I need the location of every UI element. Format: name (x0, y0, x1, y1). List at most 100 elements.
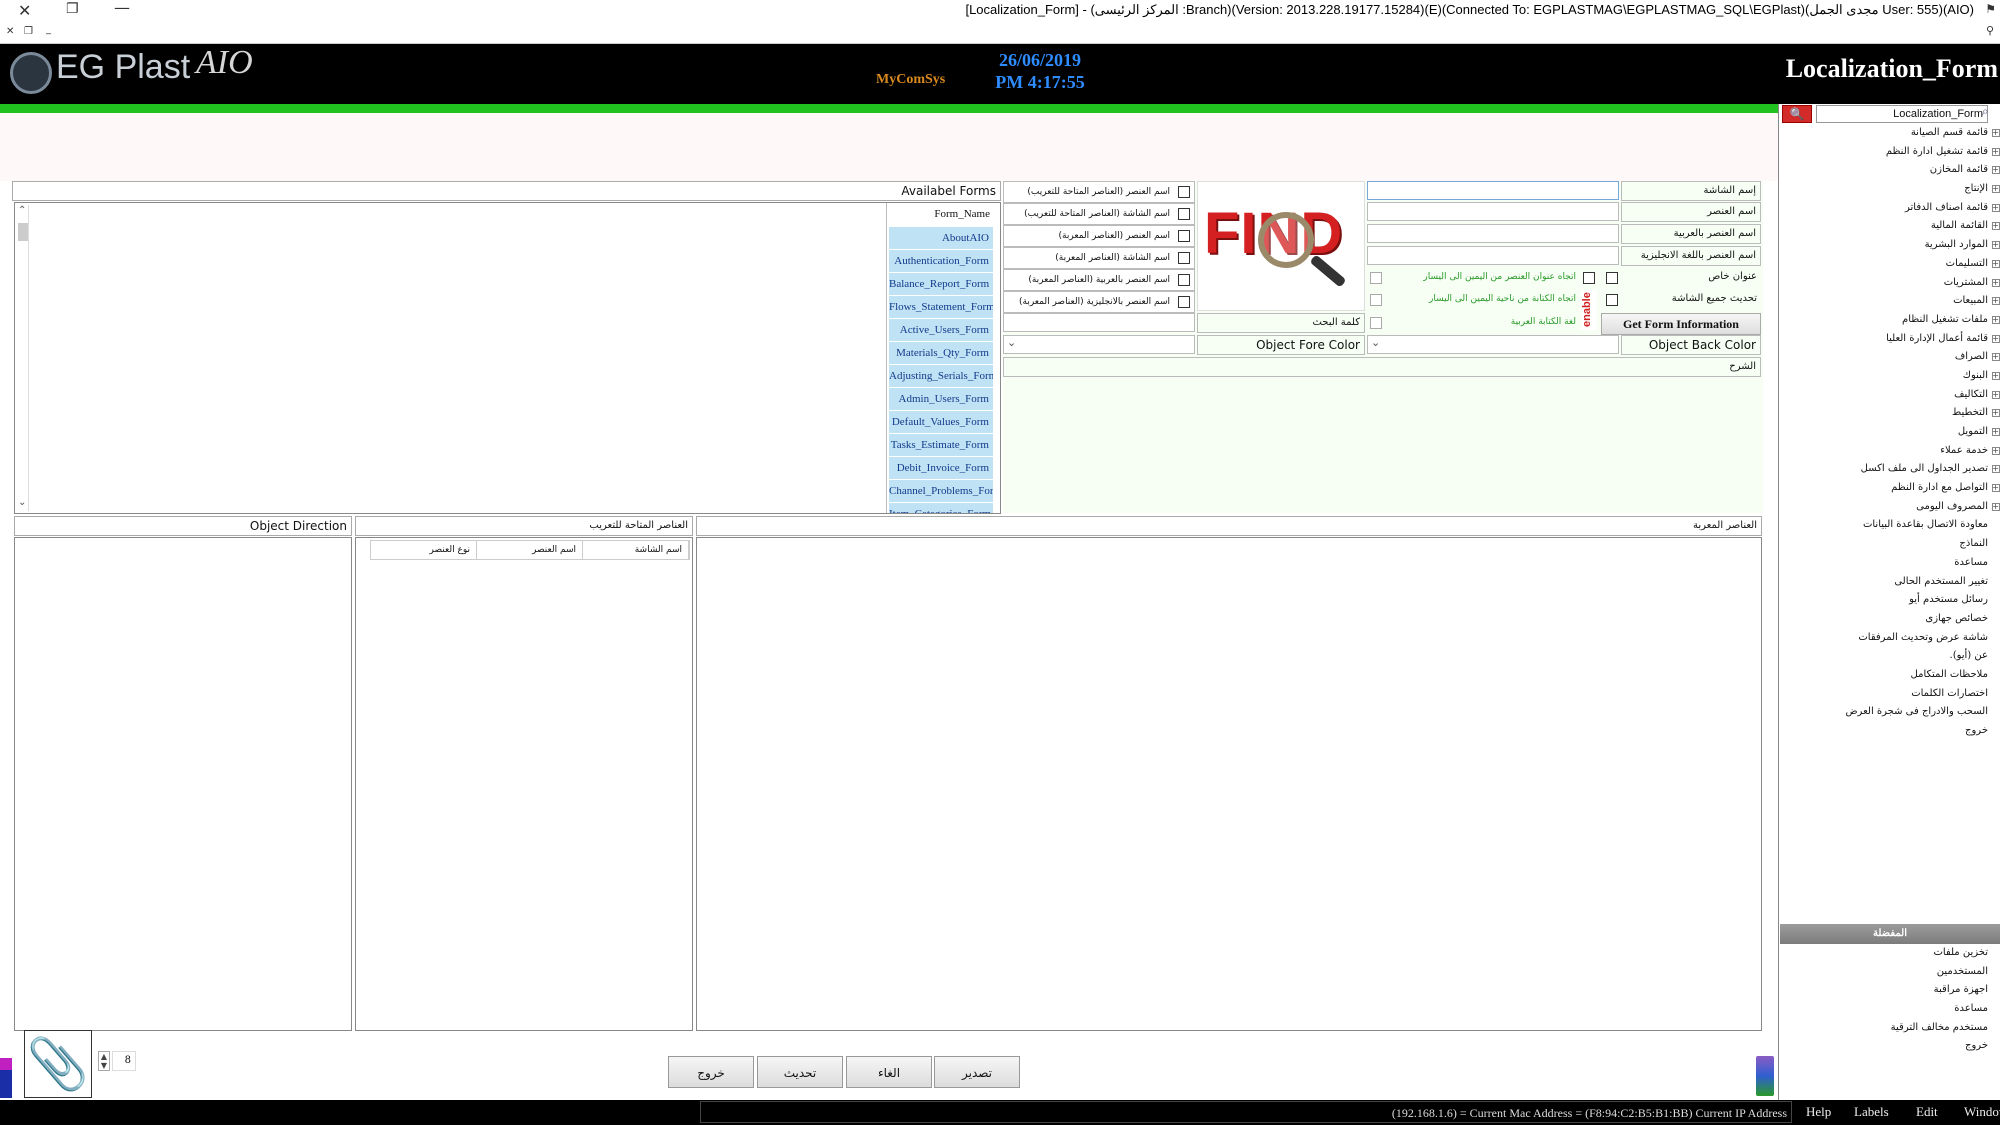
minimize-icon[interactable]: — (114, 0, 130, 17)
object-english-input[interactable] (1367, 246, 1619, 265)
search-button[interactable]: 🔍 (1782, 105, 1812, 123)
expand-icon[interactable]: + (1992, 353, 2000, 362)
expand-icon[interactable]: + (1992, 390, 2000, 399)
screen-name-input[interactable] (1367, 181, 1619, 200)
object-name-input[interactable] (1367, 202, 1619, 221)
scrollbar[interactable]: ⌃ ⌄ (17, 205, 29, 511)
filter-checkbox[interactable] (1178, 230, 1190, 242)
update-all-checkbox[interactable] (1606, 294, 1618, 306)
expand-icon[interactable]: + (1992, 446, 2000, 455)
action-button[interactable]: تحديث (757, 1056, 843, 1088)
expand-icon[interactable]: + (1992, 465, 2000, 474)
action-button[interactable]: الغاء (846, 1056, 932, 1088)
direction-rtl-checkbox[interactable] (1583, 272, 1595, 284)
expand-icon[interactable]: + (1992, 129, 2000, 137)
form-list-item[interactable]: Tasks_Estimate_Form (889, 434, 993, 457)
form-list-item[interactable]: Authentication_Form (889, 250, 993, 273)
favorite-item[interactable]: مستخدم مخالف الترقية (1790, 1019, 1990, 1038)
scroll-down-icon[interactable]: ⌄ (18, 497, 26, 508)
fore-color-select[interactable]: ⌄ (1003, 335, 1195, 354)
sidebar-item[interactable]: خروج (1790, 722, 1990, 741)
favorite-item[interactable]: المستخدمين (1790, 963, 1990, 982)
sidebar-item[interactable]: + البنوك (1790, 367, 2000, 386)
status-menu-item[interactable]: Labels (1854, 1104, 1889, 1120)
sidebar-search-input[interactable]: Localization_Form (1816, 105, 1988, 123)
sidebar-item[interactable]: + التواصل مع ادارة النظم (1790, 479, 2000, 498)
sidebar-item[interactable]: + الإنتاج (1790, 180, 2000, 199)
sidebar-item[interactable]: اختصارات الكلمات (1790, 685, 1990, 704)
sidebar-item[interactable]: + التمويل (1790, 423, 2000, 442)
sidebar-item[interactable]: مساعدة (1790, 554, 1990, 573)
form-list-item[interactable]: Default_Values_Form (889, 411, 993, 434)
status-menu-item[interactable]: Windows (1964, 1104, 2000, 1120)
expand-icon[interactable]: + (1992, 484, 2000, 493)
small-close-icon[interactable]: ✕ (6, 26, 14, 37)
sidebar-item[interactable]: شاشة عرض وتحديث المرفقات (1790, 629, 1990, 648)
sidebar-item[interactable]: + المصروف اليومى (1790, 498, 2000, 517)
form-list-item[interactable]: Adjusting_Serials_Form (889, 365, 993, 388)
attachment-icon[interactable]: 📎 (24, 1030, 92, 1098)
column-header[interactable]: اسم الشاشة (583, 541, 689, 559)
column-header[interactable]: نوع العنصر (371, 541, 477, 559)
sidebar-item[interactable]: + المشتريات (1790, 274, 2000, 293)
filter-checkbox[interactable] (1178, 274, 1190, 286)
expand-icon[interactable]: + (1992, 502, 2000, 511)
scroll-thumb[interactable] (18, 223, 28, 241)
sidebar-item[interactable]: + خدمة عملاء (1790, 442, 2000, 461)
sidebar-item[interactable]: + المبيعات (1790, 292, 2000, 311)
sidebar-item[interactable]: معاودة الاتصال بقاعدة البيانات (1790, 516, 1990, 535)
sidebar-item[interactable]: + قائمة قسم الصيانة (1790, 124, 2000, 143)
form-list-item[interactable]: Item_Categories_Form (889, 503, 993, 513)
expand-icon[interactable]: + (1992, 371, 2000, 380)
page-number[interactable]: 8 (112, 1051, 136, 1071)
color-palette-icon[interactable] (1756, 1056, 1774, 1096)
column-header[interactable]: اسم العنصر (477, 541, 583, 559)
expand-icon[interactable]: + (1992, 147, 2000, 156)
status-menu-item[interactable]: Help (1806, 1104, 1831, 1120)
expand-icon[interactable]: + (1992, 259, 2000, 268)
get-form-info-button[interactable]: Get Form Information (1601, 313, 1761, 335)
sidebar-item[interactable]: + الصراف (1790, 348, 2000, 367)
sidebar-item[interactable]: + ملفات تشغيل النظام (1790, 311, 2000, 330)
sidebar-item[interactable]: عن (أيو). (1790, 647, 1990, 666)
expand-icon[interactable]: + (1992, 278, 2000, 287)
sidebar-item[interactable]: ملاحظات المتكامل (1790, 666, 1990, 685)
sidebar-item[interactable]: + قائمة المخازن (1790, 161, 2000, 180)
action-button[interactable]: تصدير (934, 1056, 1020, 1088)
form-list-item[interactable]: Materials_Qty_Form (889, 342, 993, 365)
sidebar-item[interactable]: + التسليمات (1790, 255, 2000, 274)
action-button[interactable]: خروج (668, 1056, 754, 1088)
search-word-input[interactable] (1003, 313, 1195, 332)
special-title-checkbox[interactable] (1606, 272, 1618, 284)
sidebar-item[interactable]: تغيير المستخدم الحالى (1790, 573, 1990, 592)
expand-icon[interactable]: + (1992, 334, 2000, 343)
restore-icon[interactable]: ❐ (66, 1, 79, 17)
small-minimize-icon[interactable]: _ (46, 24, 51, 35)
object-arabic-input[interactable] (1367, 224, 1619, 243)
sidebar-item[interactable]: + قائمة اصناف الدفاتر (1790, 199, 2000, 218)
expand-icon[interactable]: + (1992, 222, 2000, 231)
filter-checkbox[interactable] (1178, 186, 1190, 198)
sidebar-item[interactable]: النماذج (1790, 535, 1990, 554)
expand-icon[interactable]: + (1992, 185, 2000, 194)
filter-checkbox[interactable] (1178, 252, 1190, 264)
form-list-item[interactable]: Channel_Problems_Form (889, 480, 993, 503)
sidebar-item[interactable]: رسائل مستخدم أيو (1790, 591, 1990, 610)
favorite-item[interactable]: اجهزة مراقبة (1790, 981, 1990, 1000)
form-list-item[interactable]: Active_Users_Form (889, 319, 993, 342)
sidebar-item[interactable]: + الموارد البشرية (1790, 236, 2000, 255)
sidebar-item[interactable]: + تصدير الجداول الى ملف اكسل (1790, 460, 2000, 479)
sidebar-item[interactable]: + التخطيط (1790, 404, 2000, 423)
page-stepper[interactable]: ▲ ▼ (98, 1051, 110, 1071)
expand-icon[interactable]: + (1992, 297, 2000, 306)
form-list-item[interactable]: Admin_Users_Form (889, 388, 993, 411)
close-icon[interactable]: ✕ (18, 1, 31, 20)
sidebar-item[interactable]: + القائمة المالية (1790, 217, 2000, 236)
form-list-item[interactable]: Debit_Invoice_Form (889, 457, 993, 480)
filter-checkbox[interactable] (1178, 208, 1190, 220)
sidebar-item[interactable]: + قائمة تشغيل ادارة النظم (1790, 143, 2000, 162)
pin-icon[interactable]: ⚲ (1986, 24, 1994, 37)
sidebar-item[interactable]: خصائص جهازى (1790, 610, 1990, 629)
writing-dir-checkbox[interactable] (1370, 294, 1382, 306)
back-color-select[interactable]: ⌄ (1367, 335, 1619, 354)
